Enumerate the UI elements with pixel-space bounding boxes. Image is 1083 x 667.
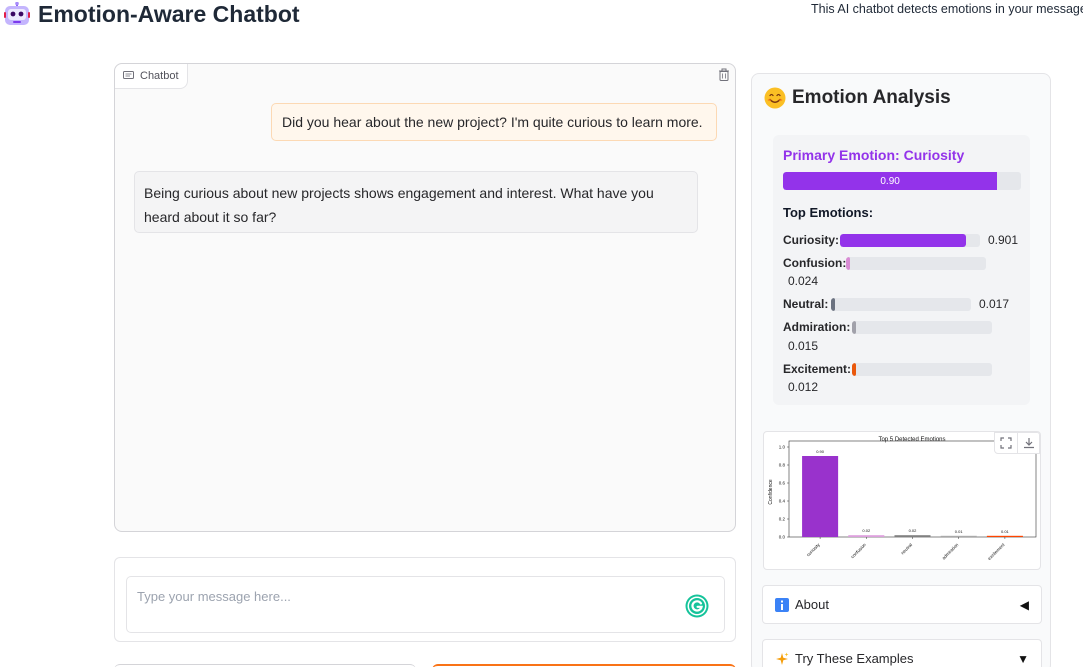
emotion-value: 0.015 (788, 339, 819, 353)
chart-ytick-label: 1.0 (779, 445, 786, 450)
chart-ytick-label: 0.0 (779, 535, 786, 540)
primary-emotion-label: Primary Emotion: Curiosity (783, 147, 965, 163)
smiling-face-icon (764, 87, 786, 109)
emotion-label: Excitement: (783, 362, 852, 376)
message-input[interactable] (126, 576, 725, 633)
fullscreen-icon (1000, 437, 1012, 449)
expand-arrow-icon: ▼ (1017, 651, 1029, 666)
chart-data-label: 0.01 (1001, 529, 1010, 534)
chart-title: Top 5 Detected Emotions (878, 437, 945, 443)
download-icon (1023, 438, 1034, 449)
chart-ytick-label: 0.4 (779, 499, 786, 504)
emotion-row-curiosity: Curiosity: 0.901 (783, 233, 1018, 247)
emotion-bar-fill (840, 234, 967, 247)
emotion-row-confusion: Confusion: 0.024 (783, 256, 986, 288)
chart-xtick-label: curiosity (806, 542, 822, 558)
analysis-title: Emotion Analysis (792, 87, 951, 108)
primary-emotion-value: 0.90 (880, 175, 900, 187)
chart-bar-curiosity (802, 456, 839, 537)
emotion-value: 0.901 (988, 233, 1019, 247)
emotion-bar-fill (852, 363, 856, 376)
emotion-bar (852, 321, 992, 334)
chart-bar-excitement (986, 535, 1023, 537)
chart-xtick-label: excitement (987, 542, 1006, 561)
analysis-header: Emotion Analysis (764, 85, 951, 111)
app-title: Emotion-Aware Chatbot (38, 1, 300, 27)
emotion-bar (852, 363, 992, 376)
user-message: Did you hear about the new project? I'm … (271, 103, 717, 141)
chart-data-label: 0.02 (909, 528, 918, 533)
chart-ytick-label: 0.2 (779, 517, 786, 522)
emotion-analysis-panel: Emotion Analysis Primary Emotion: Curios… (751, 73, 1051, 667)
chart-data-label: 0.90 (816, 449, 825, 454)
emotion-summary-card: Primary Emotion: Curiosity 0.90 Top Emot… (773, 135, 1030, 405)
examples-label: Try These Examples (795, 651, 914, 666)
chart-ylabel: Confidence (768, 479, 774, 505)
about-label: About (795, 597, 829, 612)
chart-bar-admiration (940, 535, 977, 537)
primary-emotion-bar: 0.90 (783, 172, 1021, 190)
chart-bar-confusion (848, 535, 885, 537)
examples-accordion[interactable]: Try These Examples ▼ (762, 639, 1042, 667)
chart-bar-neutral (894, 535, 931, 537)
emotion-bar (831, 298, 971, 311)
emotion-label: Curiosity: (783, 233, 840, 247)
emotion-chart: Top 5 Detected Emotions Confidence 0.0 0.2 0… (763, 431, 1041, 570)
emotion-bar-fill (846, 257, 850, 270)
chatbot-panel: Chatbot Did you hear about the new proje… (114, 63, 736, 532)
collapse-arrow-icon: ◀ (1019, 597, 1029, 612)
chart-xtick-label: neutral (900, 542, 913, 555)
info-icon (775, 597, 789, 612)
emotion-value: 0.017 (979, 297, 1010, 311)
chart-xtick-label: confusion (850, 542, 868, 560)
app-header: Emotion-Aware Chatbot This AI chatbot de… (0, 0, 1083, 36)
app-description: This AI chatbot detects emotions in your… (811, 2, 1083, 16)
emotion-bar-fill (852, 321, 856, 334)
emotion-value: 0.012 (788, 380, 819, 394)
emotion-label: Neutral: (783, 297, 829, 311)
fullscreen-button[interactable] (995, 433, 1017, 453)
emotion-label: Admiration: (783, 320, 851, 334)
chart-xtick-label: admiration (941, 542, 960, 561)
emotion-row-neutral: Neutral: 0.017 (783, 297, 1009, 311)
emotion-row-excitement: Excitement: 0.012 (783, 362, 992, 394)
bot-message: Being curious about new projects shows e… (134, 171, 698, 233)
emotion-bar-fill (831, 298, 835, 311)
emotion-label: Confusion: (783, 256, 847, 270)
robot-face-icon (4, 2, 30, 25)
message-input-panel (114, 557, 736, 642)
primary-emotion-fill: 0.90 (783, 172, 998, 190)
chatbot-label-text: Chatbot (140, 70, 179, 82)
emotion-bar (840, 234, 980, 247)
chart-ytick-label: 0.6 (779, 481, 786, 486)
grammarly-icon[interactable] (685, 594, 709, 618)
chatbot-label: Chatbot (115, 64, 188, 89)
trash-icon[interactable] (717, 68, 731, 82)
emotion-row-admiration: Admiration: 0.015 (783, 320, 992, 353)
about-accordion[interactable]: About ◀ (762, 585, 1042, 624)
sparkles-icon (776, 652, 789, 665)
emotion-value: 0.024 (788, 274, 819, 288)
download-button[interactable] (1017, 433, 1039, 453)
chat-bubble-icon (123, 71, 134, 79)
chart-data-label: 0.02 (862, 528, 871, 533)
emotion-bar (846, 257, 986, 270)
top-emotions-label: Top Emotions: (783, 205, 874, 220)
chart-ytick-label: 0.8 (779, 463, 786, 468)
chart-data-label: 0.01 (955, 529, 964, 534)
chart-toolbar (994, 432, 1040, 454)
